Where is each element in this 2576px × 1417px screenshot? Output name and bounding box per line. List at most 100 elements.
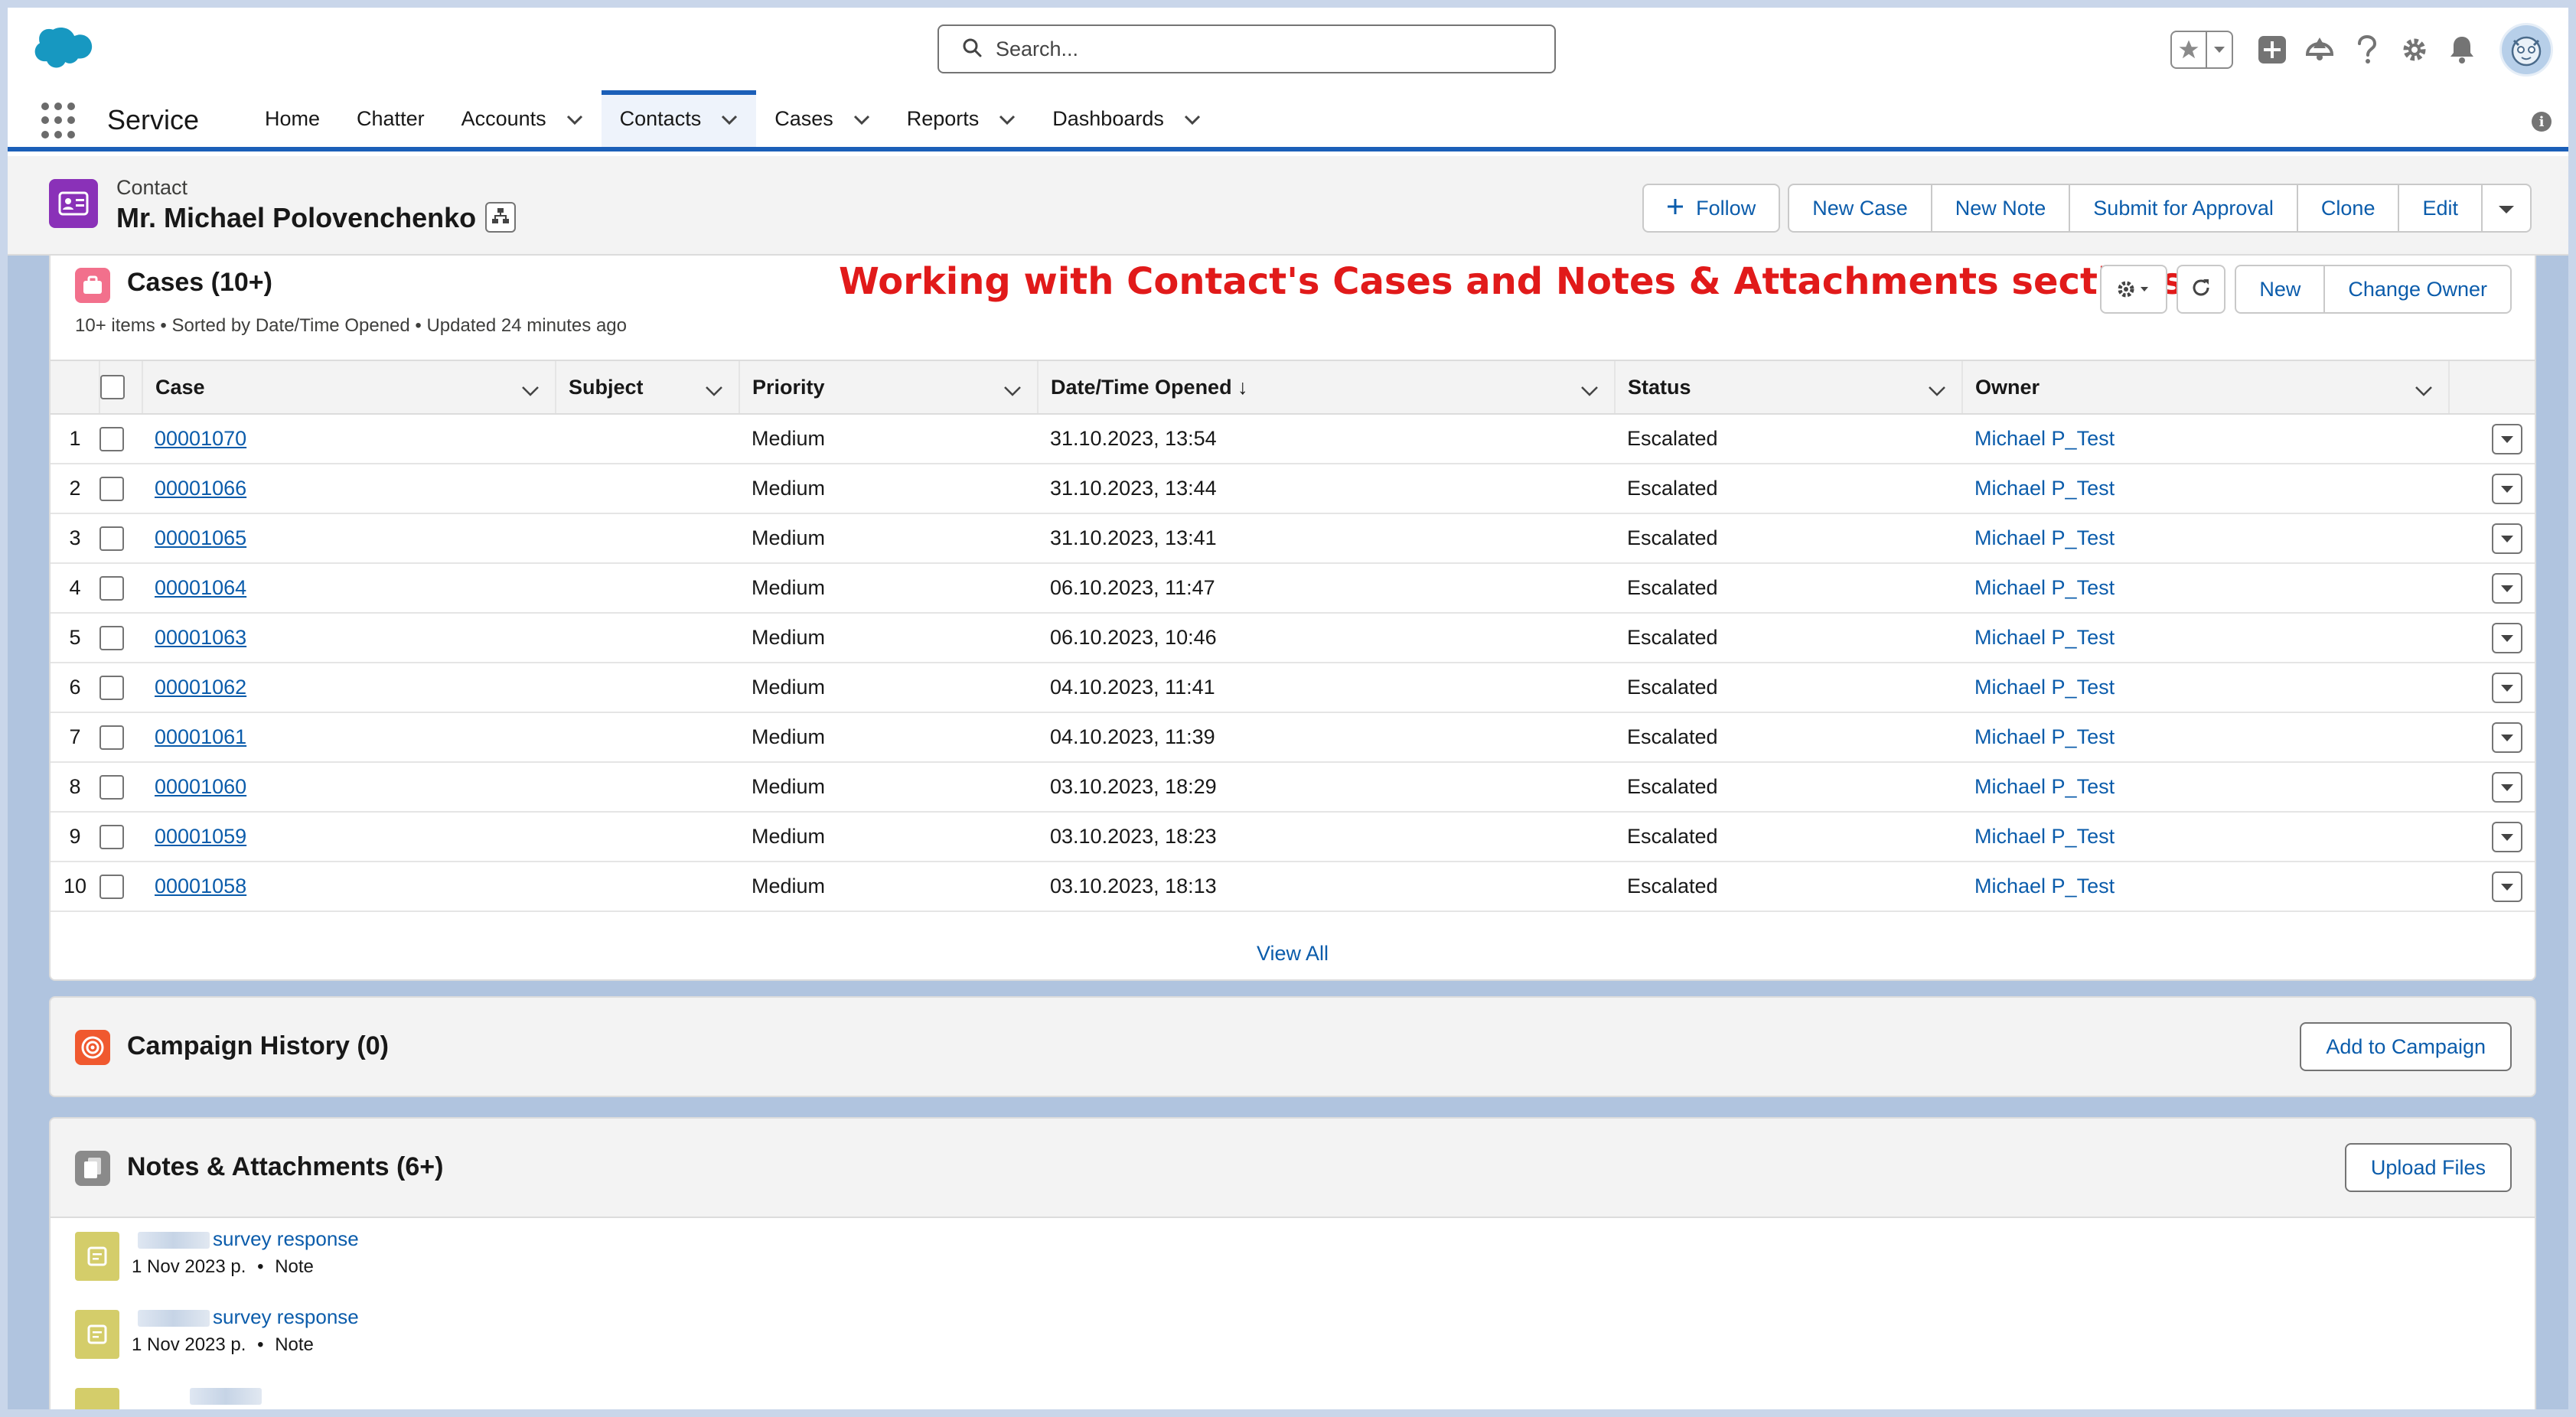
nav-tab-dashboards[interactable]: Dashboards xyxy=(1034,90,1219,147)
case-number-link[interactable]: 00001065 xyxy=(155,526,246,549)
owner-link[interactable]: Michael P_Test xyxy=(1974,676,2115,699)
column-header-case[interactable]: Case xyxy=(142,360,556,415)
trailhead-icon[interactable] xyxy=(2296,26,2343,73)
row-actions-button[interactable] xyxy=(2492,473,2522,504)
column-label: Subject xyxy=(569,375,644,399)
case-number-link[interactable]: 00001062 xyxy=(155,676,246,699)
follow-button[interactable]: Follow xyxy=(1642,184,1781,233)
owner-link[interactable]: Michael P_Test xyxy=(1974,576,2115,599)
row-checkbox[interactable] xyxy=(99,725,124,750)
row-checkbox[interactable] xyxy=(99,625,124,650)
chevron-down-icon[interactable] xyxy=(721,107,738,131)
chevron-down-icon[interactable] xyxy=(2415,378,2433,402)
row-checkbox[interactable] xyxy=(99,526,124,551)
column-header-priority[interactable]: Priority xyxy=(739,360,1038,415)
row-actions-button[interactable] xyxy=(2492,672,2522,703)
owner-link[interactable]: Michael P_Test xyxy=(1974,477,2115,500)
row-actions-button[interactable] xyxy=(2492,771,2522,803)
chevron-down-icon[interactable] xyxy=(521,378,540,402)
row-checkbox[interactable] xyxy=(99,824,124,849)
chevron-down-icon[interactable] xyxy=(1003,378,1022,402)
owner-link[interactable]: Michael P_Test xyxy=(1974,725,2115,748)
column-header-subject[interactable]: Subject xyxy=(555,360,739,415)
add-to-campaign-button[interactable]: Add to Campaign xyxy=(2300,1022,2512,1071)
row-checkbox[interactable] xyxy=(99,426,124,451)
nav-tab-accounts[interactable]: Accounts xyxy=(443,90,602,147)
refresh-button[interactable] xyxy=(2177,265,2226,314)
owner-link[interactable]: Michael P_Test xyxy=(1974,825,2115,848)
help-icon[interactable] xyxy=(2343,26,2391,73)
row-actions-button[interactable] xyxy=(2492,572,2522,604)
chevron-down-icon[interactable] xyxy=(999,107,1016,131)
row-actions-button[interactable] xyxy=(2492,423,2522,454)
clone-button[interactable]: Clone xyxy=(2296,184,2400,233)
case-number-link[interactable]: 00001060 xyxy=(155,775,246,798)
setup-gear-icon[interactable] xyxy=(2391,26,2438,73)
case-number-link[interactable]: 00001059 xyxy=(155,825,246,848)
row-checkbox[interactable] xyxy=(99,874,124,899)
row-actions-button[interactable] xyxy=(2492,871,2522,902)
user-avatar[interactable] xyxy=(2499,23,2553,77)
chevron-down-icon[interactable] xyxy=(1580,378,1599,402)
hierarchy-button[interactable] xyxy=(485,202,516,233)
info-icon[interactable]: i xyxy=(2532,112,2552,132)
list-settings-button[interactable] xyxy=(2100,265,2168,314)
column-header-date-opened[interactable]: Date/Time Opened ↓ xyxy=(1037,360,1615,415)
chevron-down-icon[interactable] xyxy=(566,107,583,131)
nav-tab-chatter[interactable]: Chatter xyxy=(338,90,443,147)
case-number-link[interactable]: 00001064 xyxy=(155,576,246,599)
owner-link[interactable]: Michael P_Test xyxy=(1974,427,2115,450)
note-title-link[interactable]: survey response xyxy=(213,1305,359,1329)
column-label: Date/Time Opened xyxy=(1051,375,1232,399)
new-case-list-button[interactable]: New xyxy=(2235,265,2326,314)
nav-tab-contacts[interactable]: Contacts xyxy=(601,90,757,147)
global-search-input[interactable]: Search... xyxy=(937,24,1556,73)
new-note-button[interactable]: New Note xyxy=(1930,184,2071,233)
case-number-link[interactable]: 00001070 xyxy=(155,427,246,450)
submit-for-approval-button[interactable]: Submit for Approval xyxy=(2069,184,2298,233)
chevron-down-icon[interactable] xyxy=(853,107,870,131)
notifications-bell-icon[interactable] xyxy=(2438,26,2486,73)
favorites-star-icon[interactable] xyxy=(2172,32,2206,67)
row-checkbox[interactable] xyxy=(99,774,124,800)
row-actions-button[interactable] xyxy=(2492,821,2522,852)
favorites-dropdown-icon[interactable] xyxy=(2206,32,2232,67)
more-actions-button[interactable] xyxy=(2481,184,2532,233)
campaign-history-title[interactable]: Campaign History (0) xyxy=(127,1031,389,1061)
salesforce-logo[interactable] xyxy=(29,26,98,73)
case-number-link[interactable]: 00001058 xyxy=(155,875,246,897)
owner-link[interactable]: Michael P_Test xyxy=(1974,875,2115,897)
row-checkbox[interactable] xyxy=(99,476,124,501)
select-all-checkbox[interactable] xyxy=(100,375,125,399)
case-number-link[interactable]: 00001061 xyxy=(155,725,246,748)
row-checkbox[interactable] xyxy=(99,675,124,700)
edit-button[interactable]: Edit xyxy=(2398,184,2483,233)
new-case-button[interactable]: New Case xyxy=(1788,184,1932,233)
view-all-cases-link[interactable]: View All xyxy=(51,942,2535,966)
column-header-owner[interactable]: Owner xyxy=(1961,360,2449,415)
note-title-link[interactable]: survey response xyxy=(213,1227,359,1251)
nav-tab-cases[interactable]: Cases xyxy=(756,90,889,147)
app-launcher-icon[interactable] xyxy=(41,103,78,139)
global-add-icon[interactable] xyxy=(2248,26,2296,73)
change-owner-button[interactable]: Change Owner xyxy=(2323,265,2512,314)
notes-attachments-title[interactable]: Notes & Attachments (6+) xyxy=(127,1152,443,1182)
column-header-status[interactable]: Status xyxy=(1614,360,1962,415)
row-actions-button[interactable] xyxy=(2492,523,2522,554)
row-checkbox[interactable] xyxy=(99,575,124,601)
cases-title[interactable]: Cases (10+) xyxy=(127,268,272,298)
nav-tab-home[interactable]: Home xyxy=(246,90,338,147)
upload-files-button[interactable]: Upload Files xyxy=(2344,1143,2512,1192)
chevron-down-icon[interactable] xyxy=(1184,107,1201,131)
nav-tab-reports[interactable]: Reports xyxy=(889,90,1035,147)
owner-link[interactable]: Michael P_Test xyxy=(1974,526,2115,549)
row-actions-button[interactable] xyxy=(2492,622,2522,653)
row-actions-cell xyxy=(2449,613,2535,663)
chevron-down-icon[interactable] xyxy=(1928,378,1946,402)
chevron-down-icon[interactable] xyxy=(705,378,723,402)
case-number-link[interactable]: 00001066 xyxy=(155,477,246,500)
row-actions-button[interactable] xyxy=(2492,722,2522,753)
owner-link[interactable]: Michael P_Test xyxy=(1974,775,2115,798)
case-number-link[interactable]: 00001063 xyxy=(155,626,246,649)
owner-link[interactable]: Michael P_Test xyxy=(1974,626,2115,649)
